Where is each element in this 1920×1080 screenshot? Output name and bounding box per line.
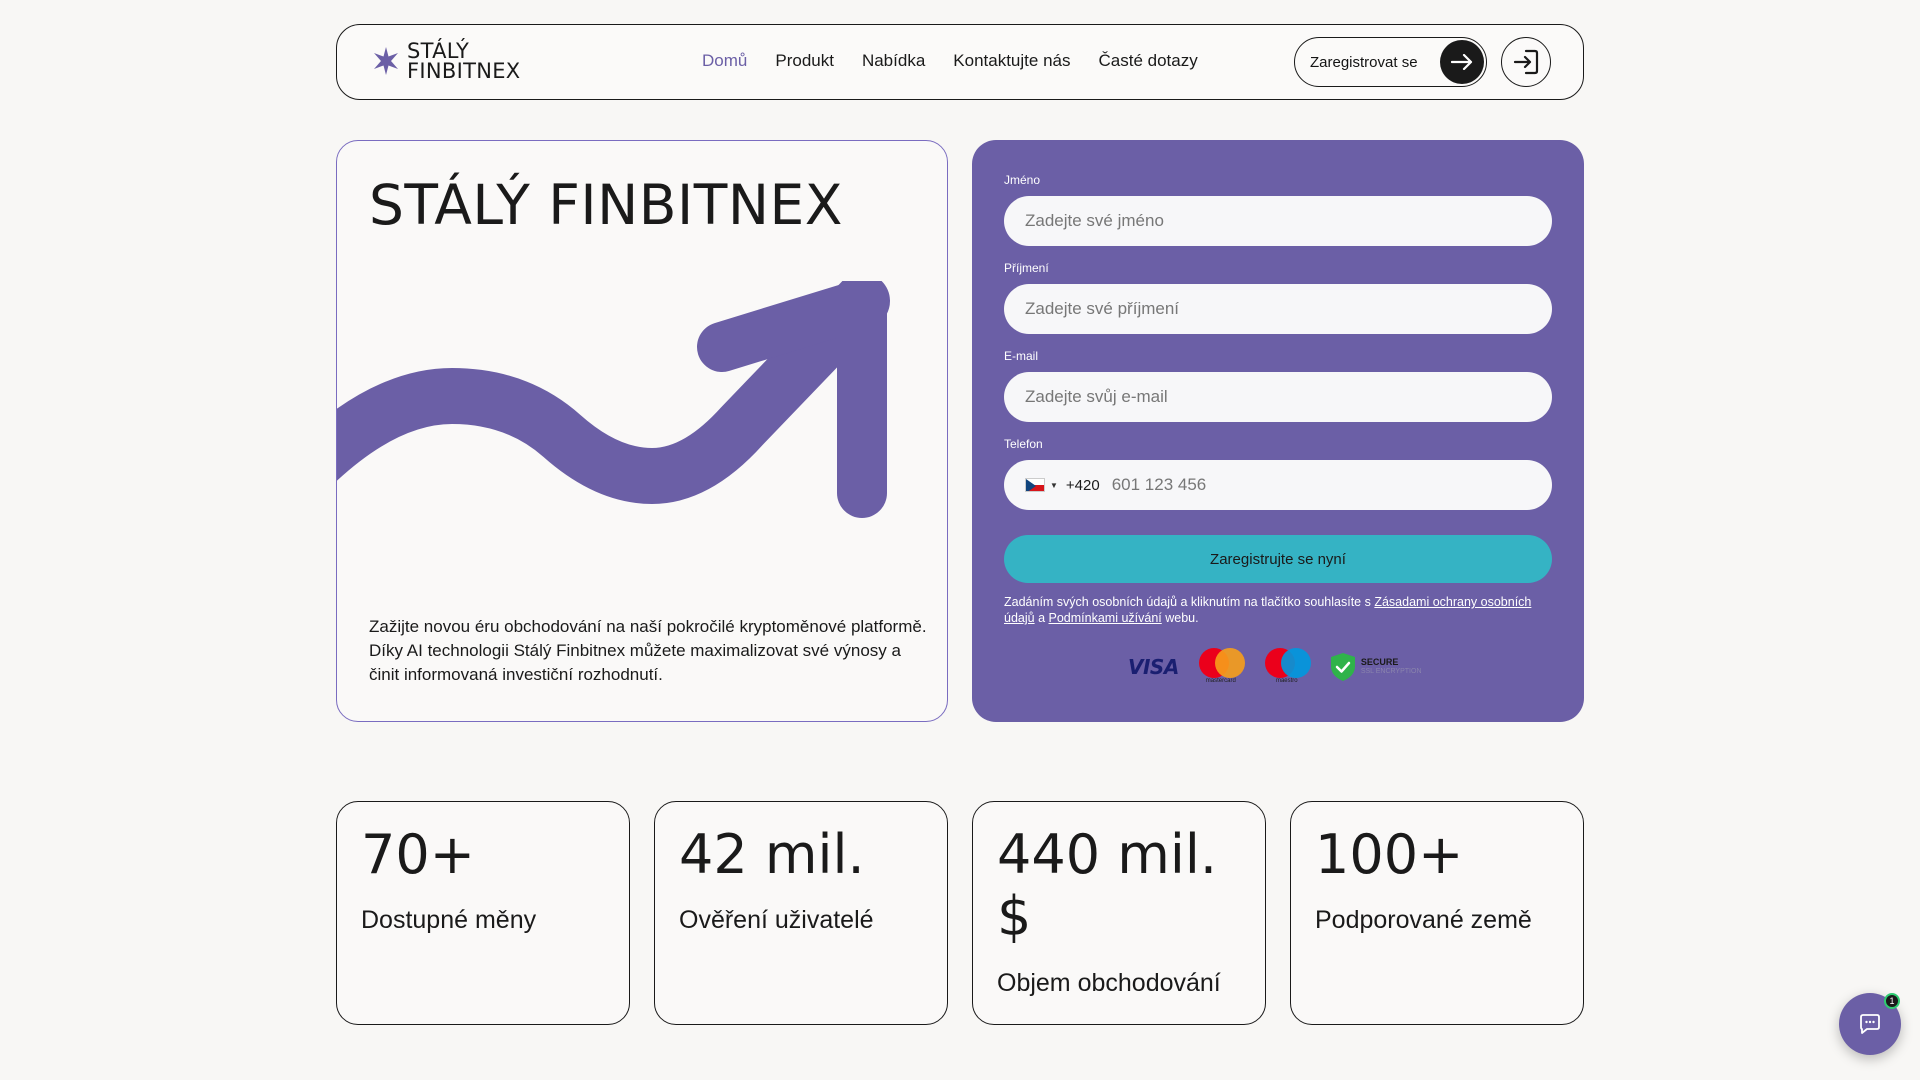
nav-faq[interactable]: Časté dotazy [1098,51,1197,71]
site-header: STÁLÝ FINBITNEX Domů Produkt Nabídka Kon… [336,24,1584,100]
email-field[interactable] [1004,372,1552,422]
chat-notification-badge: 1 [1884,993,1900,1009]
register-button[interactable]: Zaregistrovat se [1294,37,1487,87]
terms-link[interactable]: Podmínkami užívání [1049,611,1162,625]
hero-card: STÁLÝ FINBITNEX Zažijte novou éru obchod… [336,140,948,722]
star-logo-icon [374,47,398,75]
consent-mid: a [1034,611,1049,625]
nav-offer[interactable]: Nabídka [862,51,925,71]
hero-description: Zažijte novou éru obchodování na naší po… [369,617,927,684]
mastercard-logo: mastercard [1197,648,1245,686]
phone-field-wrapper: ▼ +420 [1004,460,1552,510]
email-label: E-mail [1004,349,1039,363]
maestro-caption: maestro [1275,678,1298,684]
maestro-logo: maestro [1263,648,1311,686]
arrow-right-icon [1440,40,1484,84]
stat-label: Podporované země [1315,906,1532,934]
stat-card-countries: 100+ Podporované země [1290,801,1584,1025]
consent-suffix: webu. [1161,611,1199,625]
logo-line-2: FINBITNEX [407,59,521,83]
register-label: Zaregistrovat se [1310,53,1418,71]
mastercard-caption: mastercard [1205,678,1236,684]
nav-home[interactable]: Domů [702,51,747,71]
first-name-field[interactable] [1004,196,1552,246]
stat-card-currencies: 70+ Dostupné měny [336,801,630,1025]
stat-label: Dostupné měny [361,906,537,934]
last-name-label: Příjmení [1004,261,1049,275]
stat-label: Ověření uživatelé [679,906,874,934]
registration-form: Jméno Příjmení E-mail Telefon ▼ +420 Zar… [972,140,1584,722]
stat-label: Objem obchodování [997,969,1221,997]
czech-flag-icon[interactable] [1025,478,1045,492]
submit-button[interactable]: Zaregistrujte se nyní [1004,535,1552,583]
consent-prefix: Zadáním svých osobních údajů a kliknutím… [1004,595,1375,609]
secure-badge: SECURE SSL ENCRYPTION [1329,652,1422,682]
dial-code: +420 [1065,476,1100,494]
stat-value: 100+ [1315,823,1464,886]
first-name-label: Jméno [1004,173,1041,187]
login-button[interactable] [1501,37,1551,87]
shield-check-icon [1330,653,1355,681]
last-name-field[interactable] [1004,284,1552,334]
login-icon [1513,49,1539,75]
nav-product[interactable]: Produkt [775,51,834,71]
consent-text: Zadáním svých osobních údajů a kliknutím… [1004,594,1564,626]
secure-title: SECURE [1360,657,1399,667]
phone-label: Telefon [1004,437,1043,451]
stat-card-users: 42 mil. Ověření uživatelé [654,801,948,1025]
growth-arrow-graphic [337,281,890,518]
logo-line-1: STÁLÝ [407,39,470,63]
payment-logos: VISA mastercard maestro SECURE SSL ENCRY… [1128,648,1422,686]
stat-card-volume: 440 mil. $ Objem obchodování [972,801,1266,1025]
main-nav: Domů Produkt Nabídka Kontaktujte nás Čas… [702,51,1198,71]
nav-contact[interactable]: Kontaktujte nás [953,51,1070,71]
stat-value: 70+ [361,823,475,886]
secure-subtitle: SSL ENCRYPTION [1360,668,1422,675]
logo[interactable]: STÁLÝ FINBITNEX [371,39,521,83]
stat-value: 42 mil. [679,823,865,886]
chat-bubble-icon [1860,1014,1880,1034]
stat-value: 440 mil. $ [997,823,1218,948]
hero-title: STÁLÝ FINBITNEX [369,173,843,237]
logo-text: STÁLÝ FINBITNEX [407,39,521,83]
visa-logo: VISA [1128,655,1179,679]
chevron-down-icon[interactable]: ▼ [1050,481,1058,490]
phone-field[interactable] [1111,475,1512,495]
secure-text: SECURE SSL ENCRYPTION [1361,657,1422,677]
